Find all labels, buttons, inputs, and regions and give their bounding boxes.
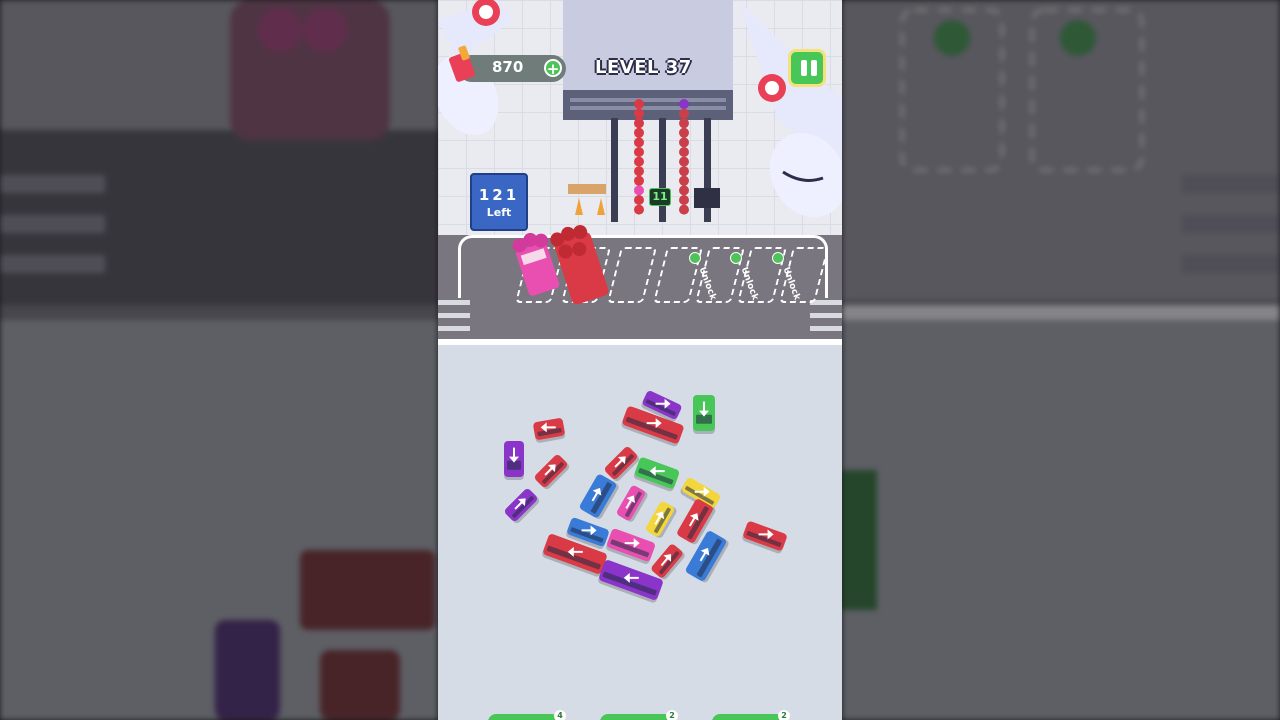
blurred-background-left-art: [0, 0, 438, 720]
bus[interactable]: [633, 456, 680, 492]
vehicle-puzzle: [503, 391, 788, 603]
booster-button[interactable]: 2: [600, 710, 678, 720]
queue-count-badge: 11: [649, 188, 671, 206]
car[interactable]: [533, 453, 570, 490]
blurred-background-right-art: [842, 0, 1280, 720]
passengers-left-number: 121: [478, 186, 520, 204]
car[interactable]: [504, 441, 524, 480]
passenger: [679, 204, 689, 215]
passenger: [634, 108, 644, 119]
bus[interactable]: [605, 528, 656, 565]
passenger: [634, 147, 644, 157]
passenger: [634, 185, 644, 196]
blurred-background-right: [842, 0, 1280, 720]
passenger: [679, 99, 689, 109]
pause-icon: [801, 60, 807, 76]
passenger: [679, 118, 689, 129]
passenger: [634, 195, 644, 205]
car[interactable]: [503, 487, 540, 524]
level-title: LEVEL 37: [595, 57, 692, 78]
bus[interactable]: [578, 473, 620, 520]
pause-icon: [811, 60, 817, 76]
booster-count: 4: [554, 710, 566, 720]
passengers-left-counter: 121 Left: [470, 173, 528, 231]
passenger: [679, 147, 689, 157]
passenger: [679, 108, 689, 119]
bus[interactable]: [533, 418, 566, 444]
passenger: [634, 137, 644, 148]
passenger: [634, 99, 644, 109]
passenger: [679, 166, 689, 177]
passenger: [634, 127, 644, 138]
passenger: [679, 156, 689, 167]
parked-red-bus: [550, 225, 609, 305]
car[interactable]: [741, 520, 788, 554]
passenger: [679, 175, 689, 186]
booster-button[interactable]: 4: [488, 710, 566, 720]
plus-icon: +: [546, 60, 560, 78]
passengers-left-label: Left: [486, 206, 512, 219]
booster-count: 2: [666, 710, 678, 720]
pause-button[interactable]: [788, 49, 826, 87]
ticket-icon: [449, 45, 475, 82]
booster-button[interactable]: 2: [712, 710, 790, 720]
game-viewport: 870 + LEVEL 37 121 Left 11 Unlock Unlock: [438, 0, 842, 720]
add-coins-button[interactable]: +: [544, 59, 562, 78]
car[interactable]: [645, 500, 678, 539]
passenger: [634, 156, 644, 167]
blurred-background-left: [0, 0, 438, 720]
passenger: [679, 137, 689, 148]
passenger: [634, 166, 644, 177]
booster-count: 2: [778, 710, 790, 720]
passenger: [634, 175, 644, 186]
passenger: [679, 195, 689, 205]
parked-vehicles: [512, 225, 609, 305]
car[interactable]: [650, 543, 686, 581]
passenger: [679, 127, 689, 138]
coin-count: 870: [492, 58, 524, 76]
passenger: [679, 185, 689, 196]
car[interactable]: [693, 395, 715, 434]
passenger: [634, 204, 644, 215]
car[interactable]: [616, 484, 649, 523]
passenger: [634, 118, 644, 129]
